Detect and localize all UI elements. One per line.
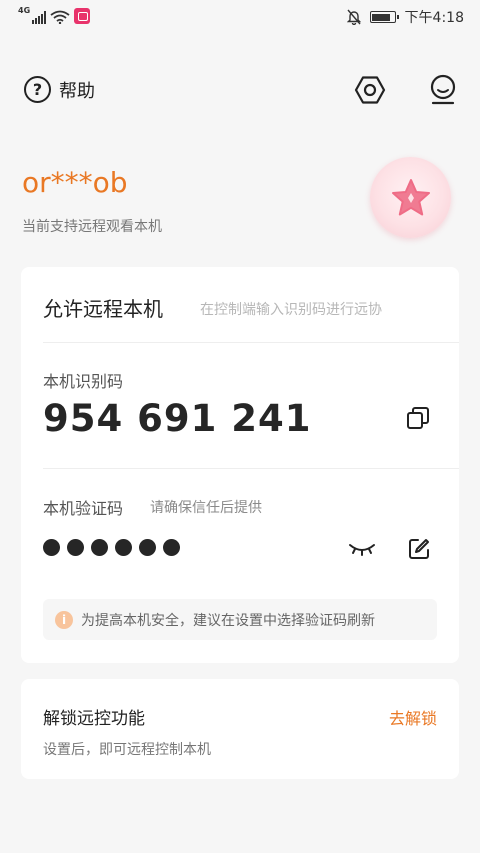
divider	[43, 468, 459, 469]
unlock-subtitle: 设置后，即可远程控制本机	[43, 742, 211, 758]
verify-code-hint: 请确保信任后提供	[150, 500, 262, 516]
eye-closed-icon	[349, 544, 375, 556]
help-label: 帮助	[59, 80, 95, 102]
app-notification-icon	[74, 8, 91, 24]
password-dot	[139, 539, 156, 556]
wifi-icon	[50, 10, 70, 24]
signal-icon	[32, 11, 47, 24]
password-dot	[43, 539, 60, 556]
password-dot	[91, 539, 108, 556]
avatar	[370, 157, 451, 238]
card-hint: 在控制端输入识别码进行远协	[200, 302, 382, 318]
status-time: 下午4:18	[404, 10, 464, 26]
settings-button[interactable]	[354, 74, 386, 106]
divider	[43, 342, 459, 343]
password-dot	[115, 539, 132, 556]
mute-bell-icon	[346, 9, 361, 25]
star-icon	[391, 178, 430, 215]
battery-icon	[369, 11, 399, 23]
help-button[interactable]: ? 帮助	[24, 76, 95, 103]
edit-icon	[409, 539, 429, 559]
remote-access-card: 允许远程本机 在控制端输入识别码进行远协 本机识别码 954 691 241 本…	[21, 267, 459, 663]
security-tip-text: 为提高本机安全，建议在设置中选择验证码刷新	[81, 612, 375, 629]
settings-hexagon-icon	[354, 76, 386, 104]
status-bar-left: 4G	[18, 6, 91, 24]
info-icon: i	[55, 610, 73, 629]
password-dot	[67, 539, 84, 556]
edit-code-button[interactable]	[404, 534, 434, 564]
battery-level	[372, 13, 390, 21]
password-dot	[163, 539, 180, 556]
status-bar-right: 下午4:18	[346, 7, 464, 27]
copy-icon	[407, 407, 429, 429]
device-name: or***ob	[22, 166, 128, 199]
status-bar: 4G 下午4:18	[0, 0, 480, 34]
security-tip: i 为提高本机安全，建议在设置中选择验证码刷新	[43, 599, 437, 640]
unlock-button[interactable]: 去解锁	[389, 705, 437, 729]
toggle-visibility-button[interactable]	[347, 534, 377, 564]
device-id-label: 本机识别码	[43, 372, 124, 391]
verify-code-masked	[43, 539, 180, 556]
unlock-title: 解锁远控功能	[43, 709, 145, 729]
copy-button[interactable]	[403, 403, 433, 433]
card-title: 允许远程本机	[43, 297, 163, 321]
help-icon: ?	[24, 76, 51, 103]
unlock-remote-card: 解锁远控功能 去解锁 设置后，即可远程控制本机	[21, 679, 459, 779]
device-id-code: 954 691 241	[43, 397, 312, 440]
device-subtitle: 当前支持远程观看本机	[22, 219, 162, 235]
network-type: 4G	[18, 6, 31, 15]
verify-code-label: 本机验证码	[43, 499, 124, 518]
profile-button[interactable]	[427, 74, 459, 106]
profile-icon	[430, 74, 456, 105]
